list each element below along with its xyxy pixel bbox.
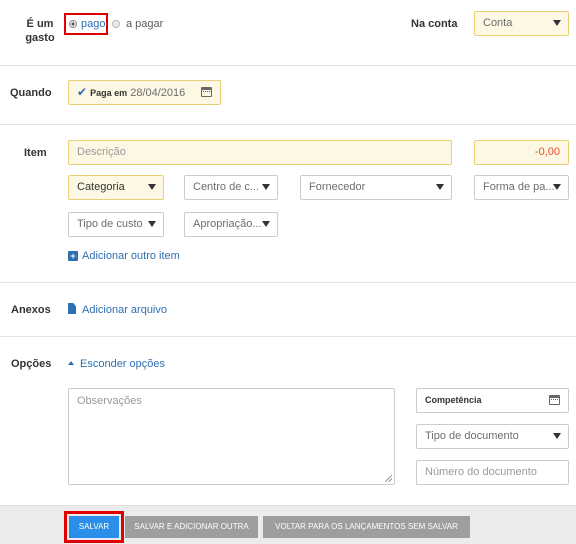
chevron-down-icon	[436, 184, 444, 190]
cost-type-select[interactable]: Tipo de custo	[68, 212, 164, 237]
description-input[interactable]: Descrição	[68, 140, 452, 165]
resize-handle-icon[interactable]	[385, 475, 392, 482]
to-pay-option-label[interactable]: a pagar	[126, 18, 163, 30]
amount-value: -0,00	[534, 146, 560, 158]
hide-options-label: Esconder opções	[80, 358, 165, 370]
notes-textarea[interactable]: Observações	[68, 388, 395, 485]
notes-placeholder: Observações	[77, 395, 142, 407]
description-placeholder: Descrição	[77, 146, 126, 158]
caret-up-icon	[68, 361, 74, 365]
attachments-label: Anexos	[11, 304, 51, 316]
calendar-icon[interactable]	[549, 395, 560, 405]
chevron-down-icon	[553, 20, 561, 26]
plus-icon: +	[68, 251, 78, 261]
status-radio-group: pago a pagar	[64, 13, 184, 35]
chevron-down-icon	[262, 221, 270, 227]
account-select-value: Conta	[483, 17, 513, 29]
divider	[0, 282, 576, 283]
document-type-select[interactable]: Tipo de documento	[416, 424, 569, 449]
add-item-label: Adicionar outro item	[82, 250, 180, 262]
category-select-value: Categoria	[77, 181, 125, 193]
supplier-select[interactable]: Fornecedor	[300, 175, 452, 200]
category-select[interactable]: Categoria	[68, 175, 164, 200]
document-number-placeholder: Número do documento	[425, 466, 537, 478]
file-icon	[68, 303, 76, 314]
check-icon: ✔	[77, 85, 88, 99]
divider	[0, 336, 576, 337]
date-field[interactable]: ✔ Paga em 28/04/2016	[68, 80, 221, 105]
back-without-saving-button[interactable]: VOLTAR PARA OS LANÇAMENTOS SEM SALVAR	[263, 516, 470, 538]
save-button[interactable]: SALVAR	[69, 516, 119, 538]
chevron-down-icon	[148, 221, 156, 227]
appropriation-select-value: Apropriação...	[193, 218, 262, 230]
paid-option[interactable]: pago	[64, 13, 108, 35]
add-file-link[interactable]: Adicionar arquivo	[68, 303, 167, 316]
chevron-down-icon	[553, 433, 561, 439]
document-type-select-value: Tipo de documento	[425, 430, 519, 442]
competence-field[interactable]: Competência	[416, 388, 569, 413]
payment-method-select-value: Forma de pa...	[483, 181, 555, 193]
calendar-icon[interactable]	[201, 87, 212, 97]
cost-center-select-value: Centro de c...	[193, 181, 260, 193]
chevron-down-icon	[553, 184, 561, 190]
paid-radio[interactable]	[69, 20, 77, 28]
cost-center-select[interactable]: Centro de c...	[184, 175, 278, 200]
expense-label: É um gasto	[25, 18, 55, 44]
date-value: 28/04/2016	[130, 87, 186, 99]
supplier-select-value: Fornecedor	[309, 181, 366, 193]
competence-label: Competência	[425, 395, 482, 405]
account-select[interactable]: Conta	[474, 11, 569, 36]
when-label: Quando	[10, 87, 52, 99]
account-label: Na conta	[411, 18, 458, 30]
divider	[0, 124, 576, 125]
hide-options-link[interactable]: Esconder opções	[68, 358, 165, 370]
amount-input[interactable]: -0,00	[474, 140, 569, 165]
chevron-down-icon	[148, 184, 156, 190]
chevron-down-icon	[262, 184, 270, 190]
appropriation-select[interactable]: Apropriação...	[184, 212, 278, 237]
options-label: Opções	[11, 358, 52, 370]
item-label: Item	[24, 147, 47, 159]
to-pay-radio[interactable]	[112, 20, 120, 28]
document-number-input[interactable]: Número do documento	[416, 460, 569, 485]
add-file-label: Adicionar arquivo	[82, 304, 167, 316]
paid-option-label: pago	[81, 18, 106, 30]
divider	[0, 65, 576, 66]
save-and-add-button[interactable]: SALVAR E ADICIONAR OUTRA	[125, 516, 258, 538]
payment-method-select[interactable]: Forma de pa...	[474, 175, 569, 200]
add-item-link[interactable]: + Adicionar outro item	[68, 250, 180, 262]
cost-type-select-value: Tipo de custo	[77, 218, 143, 230]
paid-on-prefix: Paga em	[90, 88, 128, 98]
